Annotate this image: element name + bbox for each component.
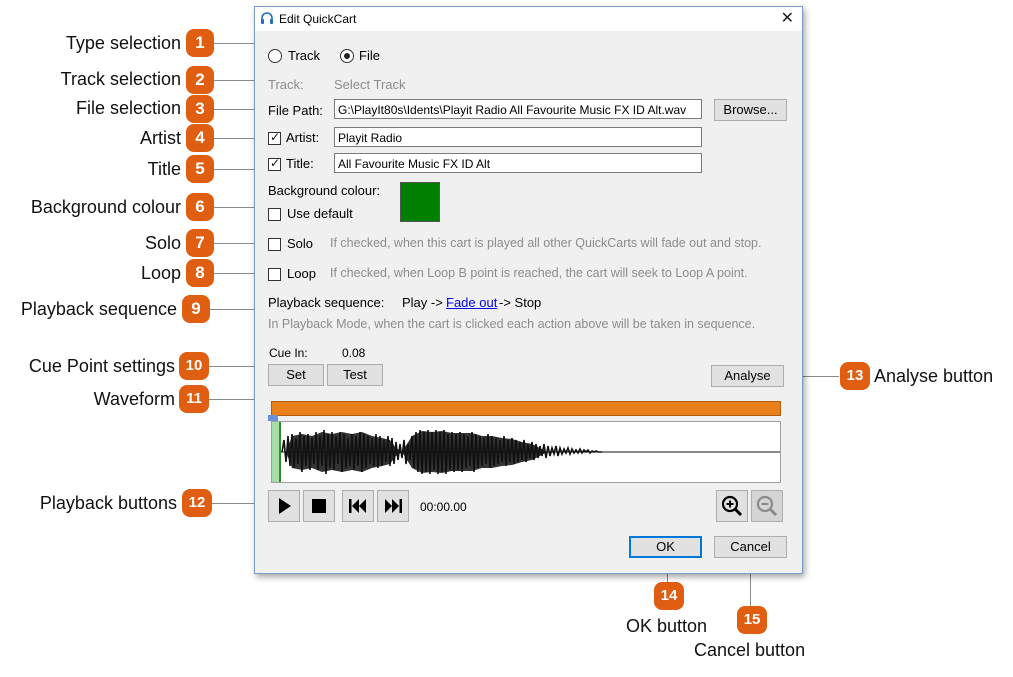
callout-badge-11: 11 [179,385,209,413]
close-icon[interactable]: ✕ [781,10,794,28]
check-icon: ✓ [270,130,281,144]
callout-label-track-selection: Track selection [60,69,181,89]
sequence-stop: -> Stop [499,295,542,310]
playhead-marker[interactable] [268,415,278,421]
artist-checkbox[interactable]: ✓ [268,130,281,145]
radio-file-label: File [359,48,380,63]
callout-label-artist: Artist [139,128,181,148]
callout-badge-14: 14 [654,582,684,610]
callout-label-cancel-button: Cancel button [694,640,806,660]
cue-in-marker[interactable] [272,422,279,482]
loop-help-text: If checked, when Loop B point is reached… [330,266,748,280]
fade-out-link[interactable]: Fade out [446,295,497,310]
check-icon: ✓ [270,156,281,170]
callout-badge-1: 1 [186,29,214,57]
callout-label-cue-point-settings: Cue Point settings [28,356,175,376]
callout-badge-5: 5 [186,155,214,183]
callout-label-ok-button: OK button [626,616,708,636]
track-select-value[interactable]: Select Track [334,77,406,92]
sequence-play: Play -> [402,295,443,310]
callout-label-analyse-button: Analyse button [874,366,994,386]
callout-badge-9: 9 [182,295,210,323]
headphones-icon [260,11,274,30]
callout-label-playback-sequence: Playback sequence [20,299,177,319]
artist-input[interactable]: Playit Radio [334,127,702,147]
stop-button[interactable] [303,490,335,522]
ok-button[interactable]: OK [629,536,702,558]
callout-label-loop: Loop [140,263,181,283]
radio-file[interactable] [340,49,354,63]
title-bar: Edit QuickCart ✕ [255,7,802,31]
callout-label-title: Title [147,159,181,179]
browse-button[interactable]: Browse... [714,99,787,121]
solo-label: Solo [287,236,314,251]
solo-help-text: If checked, when this cart is played all… [330,236,762,250]
radio-track[interactable] [268,49,282,63]
callout-badge-13: 13 [840,362,870,390]
loop-checkbox[interactable] [268,268,281,281]
callout-badge-6: 6 [186,193,214,221]
track-label: Track: [268,77,304,92]
callout-badge-3: 3 [186,95,214,123]
cancel-button[interactable]: Cancel [714,536,787,558]
cue-in-label: Cue In: [269,346,308,360]
skip-to-start-button[interactable] [342,490,374,522]
callout-label-waveform: Waveform [93,389,175,409]
test-cue-button[interactable]: Test [327,364,383,386]
analyse-button[interactable]: Analyse [711,365,784,387]
callout-badge-2: 2 [186,66,214,94]
title-checkbox[interactable]: ✓ [268,156,281,171]
edit-quickcart-dialog: Edit QuickCart ✕ Track File Track: Selec… [254,6,803,574]
callout-badge-7: 7 [186,229,214,257]
radio-selected-dot [344,53,350,59]
playback-sequence-label: Playback sequence: [268,295,385,310]
use-default-checkbox[interactable] [268,208,281,221]
zoom-out-icon [756,495,778,517]
callout-badge-10: 10 [179,352,209,380]
loop-label: Loop [287,266,316,281]
title-label: Title: [286,156,314,171]
waveform-overview-bar[interactable] [271,401,781,416]
callout-label-type-selection: Type selection [65,33,181,53]
play-icon [279,498,291,514]
callout-badge-12: 12 [182,489,212,517]
playback-help-text: In Playback Mode, when the cart is click… [268,317,756,331]
background-colour-label: Background colour: [268,183,381,198]
stop-icon [312,499,326,513]
zoom-out-button[interactable] [751,490,783,522]
cue-in-value: 0.08 [342,346,366,360]
skip-to-end-button[interactable] [377,490,409,522]
file-path-label: File Path: [268,103,323,118]
cue-in-marker-line [279,422,281,482]
use-default-label: Use default [287,206,353,221]
callout-badge-8: 8 [186,259,214,287]
play-button[interactable] [268,490,300,522]
solo-checkbox[interactable] [268,238,281,251]
dialog-title: Edit QuickCart [279,12,357,26]
skip-back-icon [349,499,366,513]
callout-label-file-selection: File selection [75,98,181,118]
background-colour-swatch[interactable] [400,182,440,222]
waveform-graphic [272,429,780,475]
zoom-in-icon [721,495,743,517]
title-input[interactable]: All Favourite Music FX ID Alt [334,153,702,173]
callout-badge-15: 15 [737,606,767,634]
time-display: 00:00.00 [420,500,467,514]
set-cue-button[interactable]: Set [268,364,324,386]
artist-label: Artist: [286,130,320,145]
callout-label-background-colour: Background colour [30,197,181,217]
callout-label-solo: Solo [144,233,181,253]
callout-label-playback-buttons: Playback buttons [39,493,177,513]
radio-track-label: Track [288,48,321,63]
file-path-input[interactable]: G:\PlayIt80s\Idents\Playit Radio All Fav… [334,99,702,119]
skip-forward-icon [385,499,402,513]
zoom-in-button[interactable] [716,490,748,522]
waveform-panel[interactable] [271,421,781,483]
callout-badge-4: 4 [186,124,214,152]
